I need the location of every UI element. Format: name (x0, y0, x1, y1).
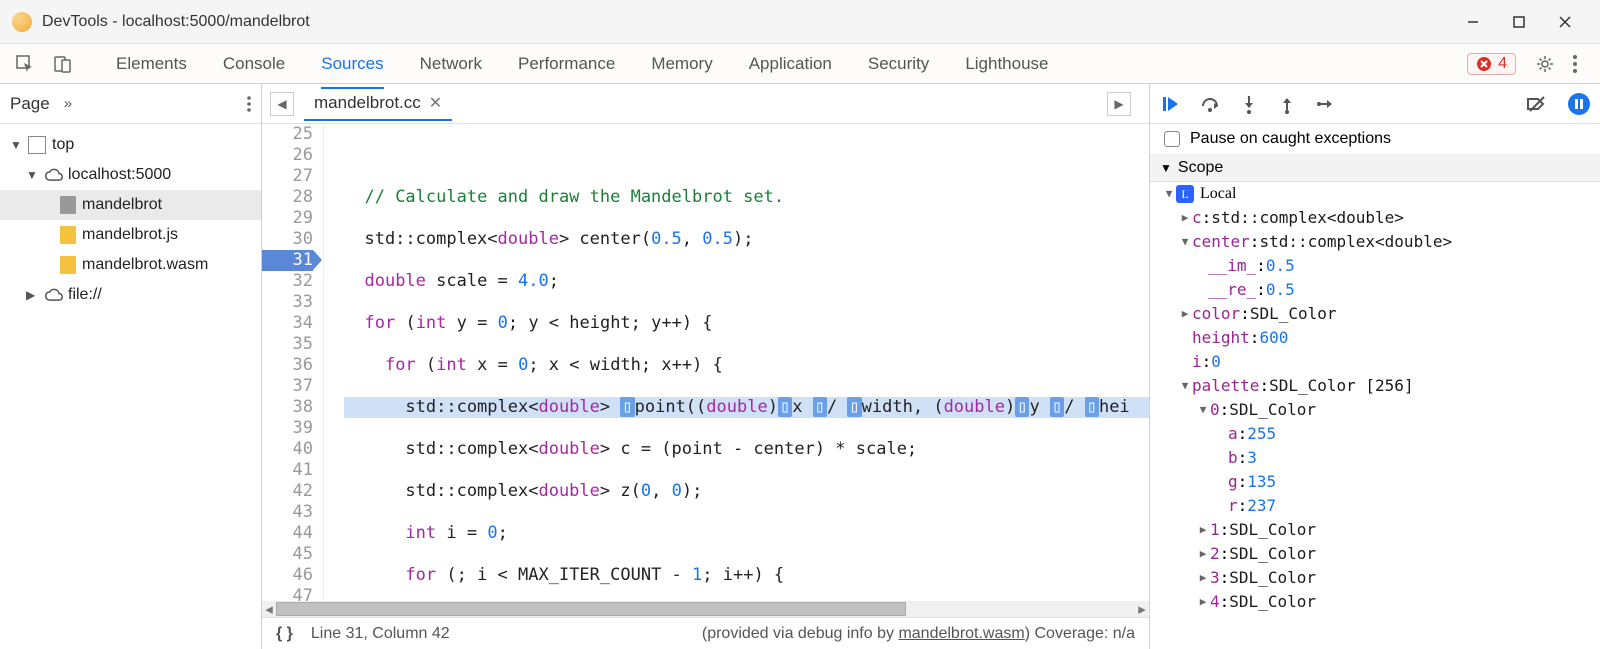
var-center-re[interactable]: __re_: 0.5 (1150, 278, 1600, 302)
file-tree[interactable]: ▼top ▼localhost:5000 mandelbrot mandelbr… (0, 124, 261, 649)
scope-variables[interactable]: ▼LLocal ▶c: std::complex<double> ▼center… (1150, 182, 1600, 649)
var-center[interactable]: ▼center: std::complex<double> (1150, 230, 1600, 254)
tab-memory[interactable]: Memory (651, 46, 712, 82)
error-badge[interactable]: 4 (1467, 53, 1516, 75)
pause-on-caught-checkbox[interactable] (1164, 131, 1180, 147)
pause-on-caught-label: Pause on caught exceptions (1190, 130, 1391, 148)
cloud-icon (44, 166, 62, 184)
var-palette-0-r[interactable]: r: 237 (1150, 494, 1600, 518)
navigator-more-tabs-icon[interactable]: » (64, 95, 72, 112)
tree-node-host[interactable]: ▼localhost:5000 (0, 160, 261, 190)
var-palette-4[interactable]: ▶4: SDL_Color (1150, 590, 1600, 614)
source-editor: ◀ mandelbrot.cc ✕ ▶ 252627282930 31 3233… (262, 84, 1150, 649)
tree-node-file-scheme[interactable]: ▶file:// (0, 280, 261, 310)
tab-elements[interactable]: Elements (116, 46, 187, 82)
sources-navigator: Page » ▼top ▼localhost:5000 mandelbrot m… (0, 84, 262, 649)
tab-application[interactable]: Application (749, 46, 832, 82)
var-palette-0-g[interactable]: g: 135 (1150, 470, 1600, 494)
tab-sources[interactable]: Sources (321, 46, 383, 82)
tree-file-mandelbrot-js[interactable]: mandelbrot.js (0, 220, 261, 250)
tab-network[interactable]: Network (420, 46, 482, 82)
devtools-icon (12, 12, 32, 32)
tree-file-mandelbrot[interactable]: mandelbrot (0, 190, 261, 220)
close-tab-icon[interactable]: ✕ (429, 93, 442, 113)
file-icon (60, 196, 76, 214)
var-height[interactable]: height: 600 (1150, 326, 1600, 350)
var-center-im[interactable]: __im_: 0.5 (1150, 254, 1600, 278)
file-tab-label: mandelbrot.cc (314, 93, 421, 113)
pretty-print-icon[interactable]: { } (276, 625, 293, 643)
deactivate-breakpoints-icon[interactable] (1526, 94, 1548, 114)
tree-file-mandelbrot-wasm[interactable]: mandelbrot.wasm (0, 250, 261, 280)
tab-security[interactable]: Security (868, 46, 929, 82)
step-icon[interactable] (1316, 94, 1336, 114)
tab-console[interactable]: Console (223, 46, 285, 82)
tree-node-top[interactable]: ▼top (0, 130, 261, 160)
debugger-panel: Pause on caught exceptions ▼Scope ▼LLoca… (1150, 84, 1600, 649)
var-palette-1[interactable]: ▶1: SDL_Color (1150, 518, 1600, 542)
file-icon (60, 226, 76, 244)
editor-status-bar: { } Line 31, Column 42 (provided via deb… (262, 617, 1149, 649)
editor-nav-fwd-icon[interactable]: ▶ (1107, 92, 1131, 116)
var-palette-0[interactable]: ▼0: SDL_Color (1150, 398, 1600, 422)
code-editor[interactable]: 252627282930 31 323334353637383940414243… (262, 124, 1149, 601)
device-toolbar-icon[interactable] (48, 49, 78, 79)
step-into-icon[interactable] (1240, 94, 1258, 114)
navigator-menu-icon[interactable] (247, 96, 251, 112)
window-titlebar: DevTools - localhost:5000/mandelbrot (0, 0, 1600, 44)
navigator-tab-page[interactable]: Page (10, 94, 50, 114)
devtools-toolbar: Elements Console Sources Network Perform… (0, 44, 1600, 84)
pause-on-caught-row[interactable]: Pause on caught exceptions (1150, 124, 1600, 155)
scope-local-header[interactable]: ▼LLocal (1150, 182, 1600, 206)
scope-header[interactable]: ▼Scope (1150, 155, 1600, 182)
step-out-icon[interactable] (1278, 94, 1296, 114)
step-over-icon[interactable] (1200, 94, 1220, 114)
var-palette-2[interactable]: ▶2: SDL_Color (1150, 542, 1600, 566)
minimize-button[interactable] (1450, 6, 1496, 38)
tab-performance[interactable]: Performance (518, 46, 615, 82)
error-count: 4 (1498, 55, 1507, 73)
var-c[interactable]: ▶c: std::complex<double> (1150, 206, 1600, 230)
var-palette-0-a[interactable]: a: 255 (1150, 422, 1600, 446)
debugger-toolbar (1150, 84, 1600, 124)
var-palette[interactable]: ▼palette: SDL_Color [256] (1150, 374, 1600, 398)
tab-lighthouse[interactable]: Lighthouse (965, 46, 1048, 82)
editor-nav-back-icon[interactable]: ◀ (270, 92, 294, 116)
window-title: DevTools - localhost:5000/mandelbrot (42, 13, 310, 31)
var-palette-0-b[interactable]: b: 3 (1150, 446, 1600, 470)
cloud-icon (44, 286, 62, 304)
var-palette-3[interactable]: ▶3: SDL_Color (1150, 566, 1600, 590)
debug-info-text: (provided via debug info by mandelbrot.w… (702, 625, 1135, 643)
inspect-element-icon[interactable] (10, 49, 40, 79)
debug-info-link[interactable]: mandelbrot.wasm (898, 625, 1024, 642)
maximize-button[interactable] (1496, 6, 1542, 38)
pause-on-exceptions-icon[interactable] (1568, 93, 1590, 115)
code-content[interactable]: // Calculate and draw the Mandelbrot set… (324, 124, 1149, 601)
var-i[interactable]: i: 0 (1150, 350, 1600, 374)
more-icon[interactable] (1560, 55, 1590, 73)
horizontal-scrollbar[interactable]: ◂ ▸ (262, 601, 1149, 617)
file-icon (60, 256, 76, 274)
close-button[interactable] (1542, 6, 1588, 38)
line-gutter[interactable]: 252627282930 31 323334353637383940414243… (262, 124, 324, 601)
resume-icon[interactable] (1160, 94, 1180, 114)
var-color[interactable]: ▶color: SDL_Color (1150, 302, 1600, 326)
settings-icon[interactable] (1530, 54, 1560, 74)
cursor-position: Line 31, Column 42 (311, 625, 450, 643)
file-tab-mandelbrot-cc[interactable]: mandelbrot.cc ✕ (304, 87, 452, 121)
